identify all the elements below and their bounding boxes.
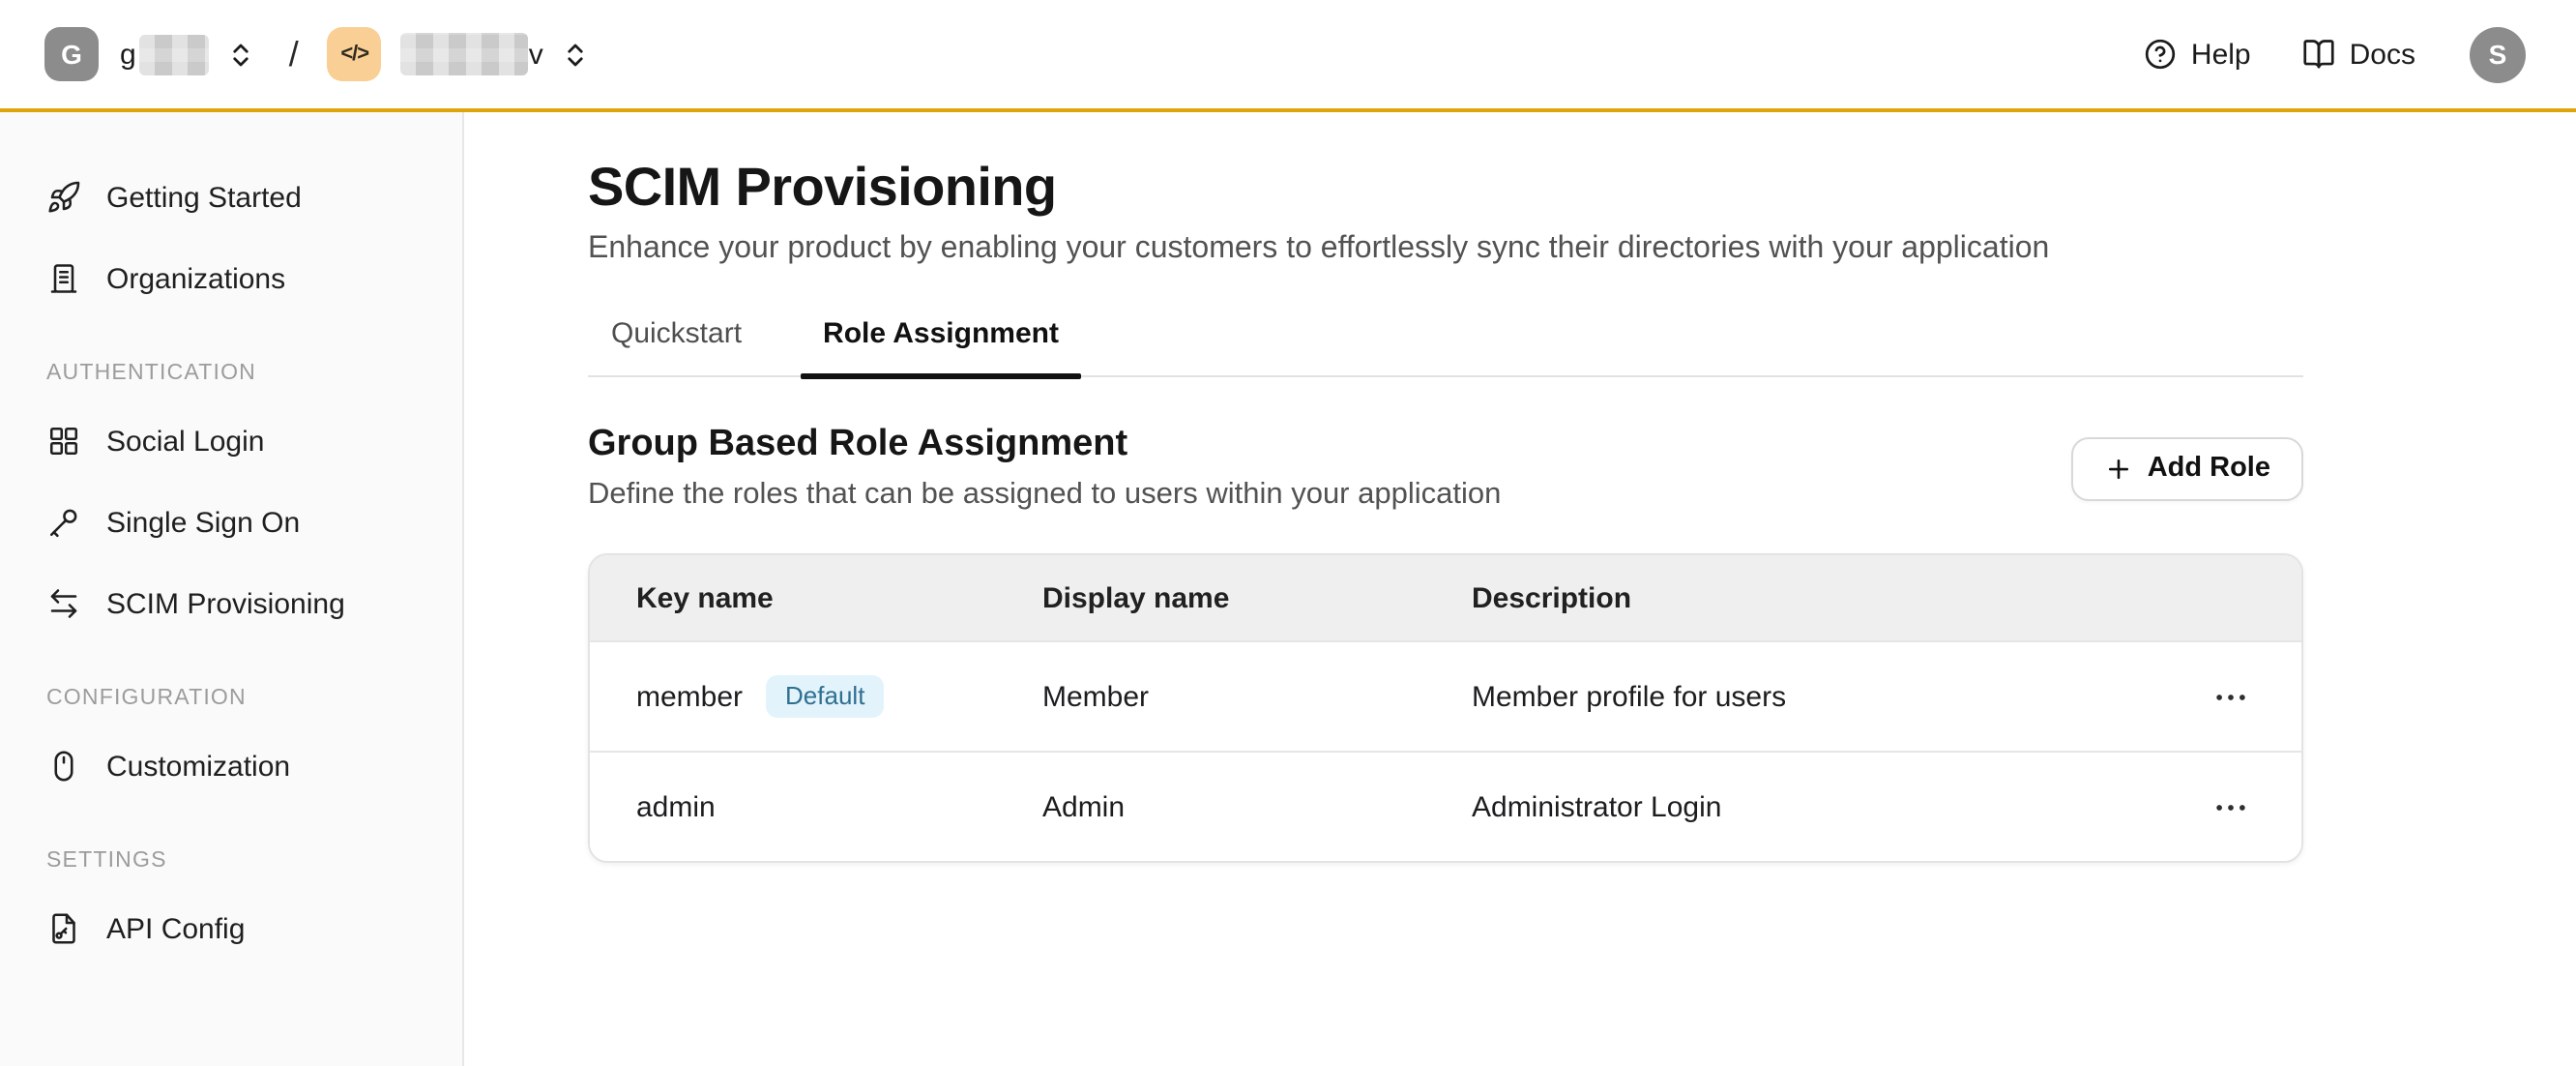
sidebar-item-organizations[interactable]: Organizations (0, 238, 462, 319)
file-key-icon (46, 911, 81, 946)
tab-role-assignment[interactable]: Role Assignment (800, 306, 1082, 375)
sidebar-item-label: Getting Started (106, 181, 302, 214)
row-actions-button[interactable] (2205, 782, 2255, 832)
sidebar: Getting Started Organizations AUTHENTICA… (0, 112, 464, 1066)
page-subtitle: Enhance your product by enabling your cu… (588, 232, 2303, 267)
default-badge: Default (766, 675, 884, 718)
sidebar-item-label: Organizations (106, 262, 285, 295)
sidebar-section-settings: SETTINGS (0, 834, 462, 888)
sidebar-item-label: Social Login (106, 425, 264, 458)
table-row: admin Admin Administrator Login (590, 751, 2301, 861)
grid-icon (46, 424, 81, 459)
row-actions-button[interactable] (2205, 671, 2255, 722)
sidebar-item-label: Customization (106, 750, 290, 783)
table-header-row: Key name Display name Description (590, 555, 2301, 640)
sidebar-section-authentication: AUTHENTICATION (0, 346, 462, 400)
rocket-icon (46, 180, 81, 215)
top-bar-actions: Help Docs S (2143, 26, 2526, 82)
sidebar-item-api-config[interactable]: API Config (0, 888, 462, 969)
help-label: Help (2191, 38, 2251, 71)
sync-arrows-icon (46, 586, 81, 621)
help-button[interactable]: Help (2143, 37, 2251, 72)
workspace-switcher-chevron-icon[interactable] (227, 40, 256, 69)
section-description: Define the roles that can be assigned to… (588, 478, 1501, 513)
workspace-logo[interactable]: G (44, 27, 99, 81)
role-key: member (636, 680, 743, 713)
role-display-name: Admin (1042, 790, 1472, 823)
tab-bar: Quickstart Role Assignment (588, 306, 2303, 377)
section-header: Group Based Role Assignment Define the r… (588, 424, 1501, 513)
tab-quickstart[interactable]: Quickstart (588, 306, 765, 375)
role-description: Member profile for users (1472, 680, 2178, 713)
environment-name-suffix: v (529, 38, 543, 71)
sidebar-item-customization[interactable]: Customization (0, 725, 462, 807)
add-role-label: Add Role (2148, 453, 2270, 484)
user-avatar[interactable]: S (2470, 26, 2526, 82)
key-icon (46, 505, 81, 540)
sidebar-item-label: Single Sign On (106, 506, 300, 539)
app-window: G g / </> v Help (0, 0, 2576, 1066)
sidebar-item-label: API Config (106, 912, 245, 945)
roles-table: Key name Display name Description member… (588, 553, 2303, 863)
building-icon (46, 261, 81, 296)
sidebar-item-single-sign-on[interactable]: Single Sign On (0, 482, 462, 563)
role-key: admin (636, 790, 716, 823)
top-bar: G g / </> v Help (0, 0, 2576, 112)
workspace-name[interactable]: g (120, 38, 136, 71)
table-row: member Default Member Member profile for… (590, 640, 2301, 751)
sidebar-item-scim-provisioning[interactable]: SCIM Provisioning (0, 563, 462, 644)
ellipsis-icon (2211, 678, 2248, 715)
book-open-icon (2301, 37, 2336, 72)
page-title: SCIM Provisioning (588, 157, 2303, 219)
environment-code-icon[interactable]: </> (328, 27, 382, 81)
section-heading: Group Based Role Assignment (588, 424, 1501, 466)
sidebar-item-getting-started[interactable]: Getting Started (0, 157, 462, 238)
help-icon (2143, 37, 2178, 72)
docs-button[interactable]: Docs (2301, 37, 2415, 72)
column-header-display-name: Display name (1042, 581, 1472, 614)
main-content: SCIM Provisioning Enhance your product b… (464, 112, 2576, 1066)
environment-name-redacted (401, 33, 529, 75)
role-description: Administrator Login (1472, 790, 2178, 823)
ellipsis-icon (2211, 788, 2248, 825)
breadcrumb: G g / </> v (44, 27, 590, 81)
breadcrumb-separator: / (289, 34, 299, 74)
environment-switcher-chevron-icon[interactable] (561, 40, 590, 69)
environment-name[interactable]: v (397, 33, 543, 75)
workspace-name-redacted (140, 34, 210, 74)
mouse-icon (46, 749, 81, 784)
plus-icon (2105, 454, 2134, 483)
column-header-description: Description (1472, 581, 2178, 614)
sidebar-section-configuration: CONFIGURATION (0, 671, 462, 725)
role-display-name: Member (1042, 680, 1472, 713)
sidebar-item-social-login[interactable]: Social Login (0, 400, 462, 482)
column-header-key-name: Key name (636, 581, 1042, 614)
add-role-button[interactable]: Add Role (2072, 436, 2303, 500)
sidebar-item-label: SCIM Provisioning (106, 587, 345, 620)
docs-label: Docs (2350, 38, 2415, 71)
